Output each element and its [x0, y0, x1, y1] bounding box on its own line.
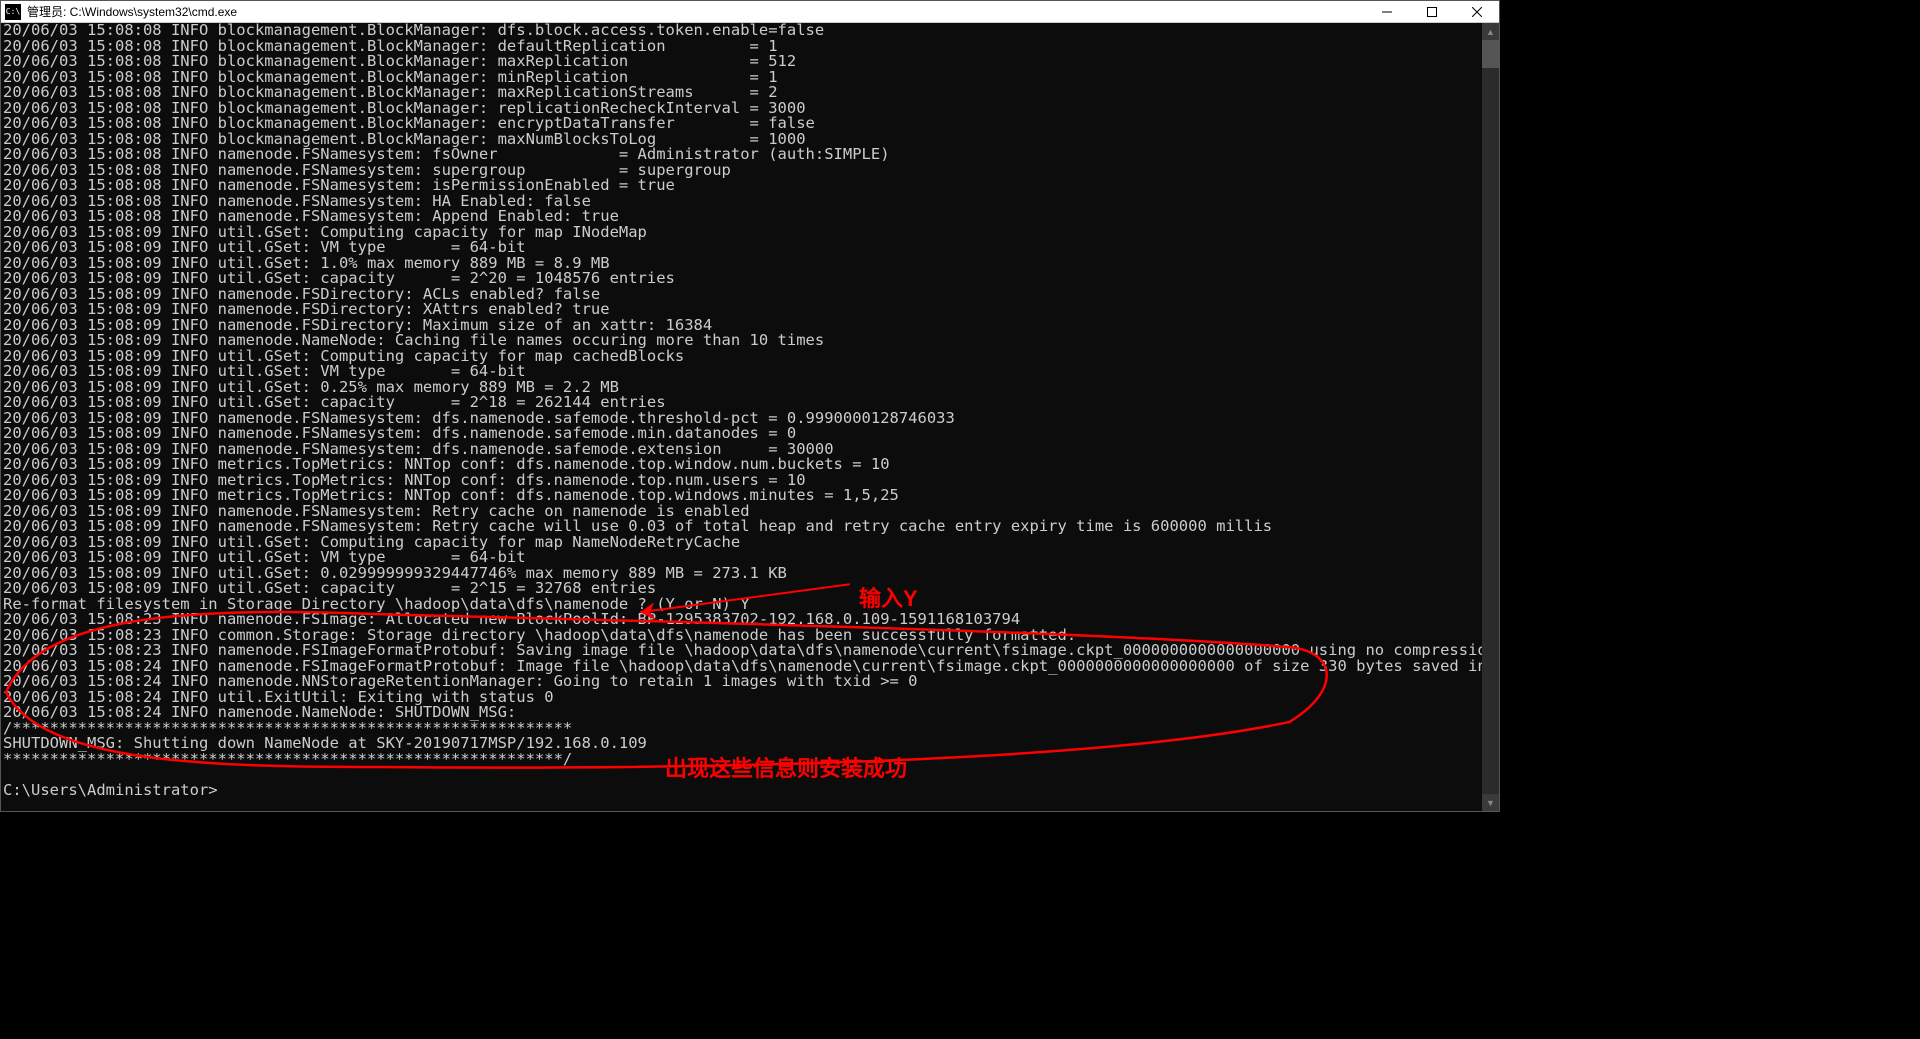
window-title: 管理员: C:\Windows\system32\cmd.exe	[25, 3, 1364, 20]
close-icon	[1472, 7, 1482, 17]
scroll-up-button[interactable]: ▲	[1482, 23, 1499, 40]
console-area[interactable]: 20/06/03 15:08:08 INFO blockmanagement.B…	[1, 23, 1499, 811]
console-output: 20/06/03 15:08:08 INFO blockmanagement.B…	[1, 23, 1499, 811]
titlebar[interactable]: C:\ 管理员: C:\Windows\system32\cmd.exe	[1, 1, 1499, 23]
maximize-button[interactable]	[1409, 1, 1454, 22]
close-button[interactable]	[1454, 1, 1499, 22]
cmd-icon: C:\	[5, 4, 21, 20]
cmd-window: C:\ 管理员: C:\Windows\system32\cmd.exe 20/…	[0, 0, 1500, 812]
vertical-scrollbar[interactable]: ▲ ▼	[1482, 23, 1499, 811]
maximize-icon	[1427, 7, 1437, 17]
minimize-icon	[1382, 7, 1392, 17]
scroll-down-button[interactable]: ▼	[1482, 794, 1499, 811]
window-controls	[1364, 1, 1499, 22]
scrollbar-track[interactable]	[1482, 40, 1499, 794]
minimize-button[interactable]	[1364, 1, 1409, 22]
scrollbar-thumb[interactable]	[1482, 40, 1499, 68]
